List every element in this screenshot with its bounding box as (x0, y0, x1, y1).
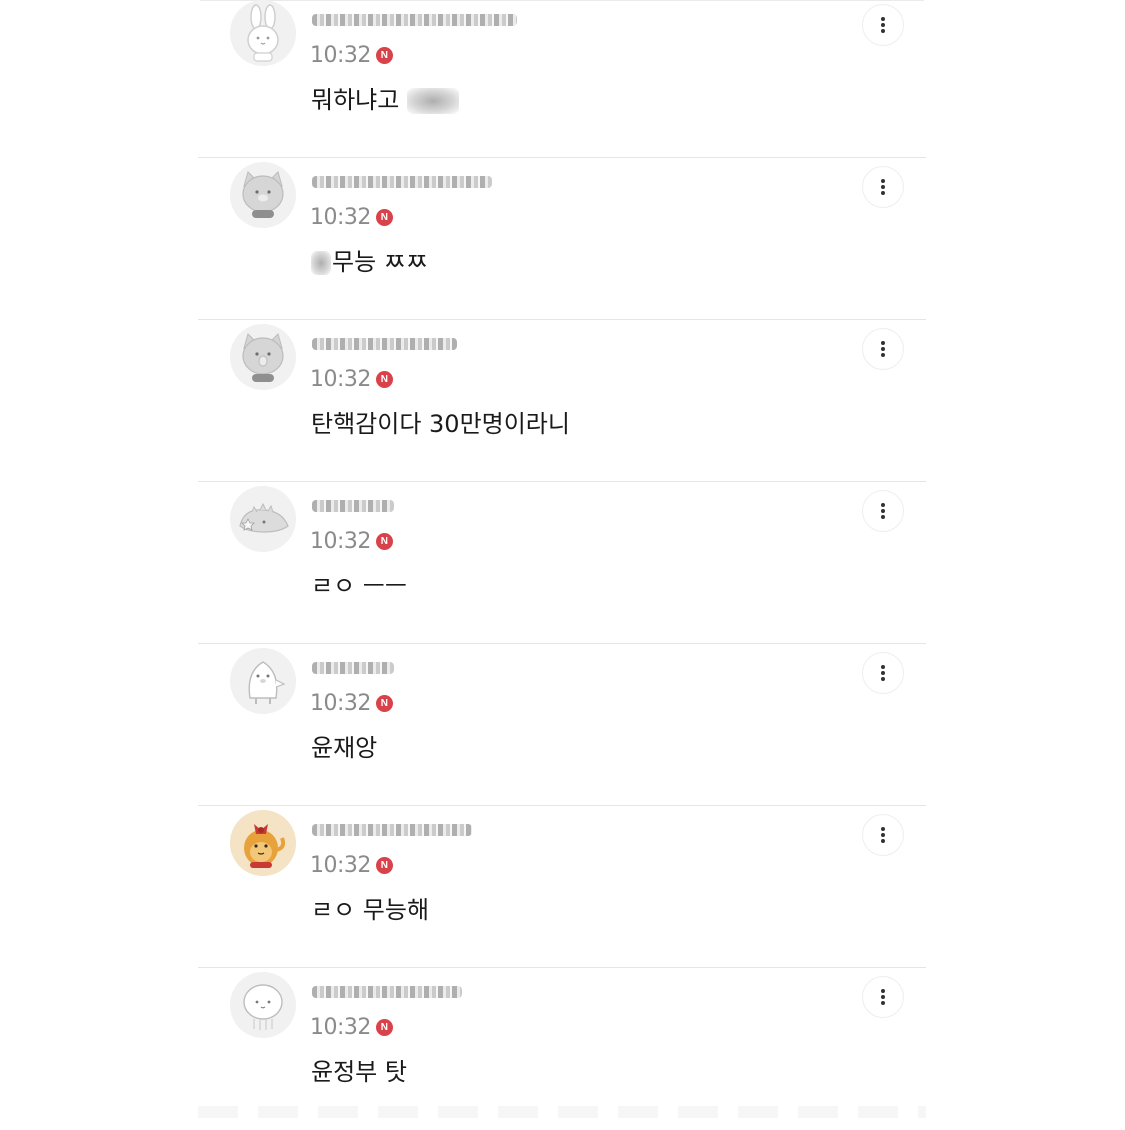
comment-meta: 10:32 N (310, 526, 393, 556)
comment-text-part: ㄹㅇ ㅡㅡ (311, 572, 407, 600)
comment-text-part: 탄핵감이다 30만명이라니 (311, 410, 570, 438)
comment-item: 10:32 N ㄹㅇ ㅡㅡ (198, 482, 926, 644)
comment-text: 무능 ㅉㅉ (311, 242, 428, 277)
comment-item: 10:32 N 뭐하냐고 (198, 0, 926, 158)
more-options-button[interactable] (862, 814, 904, 856)
comment-text: 뭐하냐고 (311, 80, 459, 115)
comment-text: 윤정부 탓 (311, 1052, 407, 1087)
comment-item: 10:32 N 탄핵감이다 30만명이라니 (198, 320, 926, 482)
more-vertical-icon (881, 989, 885, 1005)
comment-meta: 10:32 N (310, 850, 393, 880)
penguin-avatar-icon[interactable] (230, 648, 296, 714)
nickname-redacted (312, 6, 632, 30)
next-comment-edge (198, 1106, 926, 1118)
more-vertical-icon (881, 179, 885, 195)
more-options-button[interactable] (862, 328, 904, 370)
more-vertical-icon (881, 827, 885, 843)
nickname-redacted (312, 330, 632, 354)
timestamp: 10:32 (310, 366, 371, 392)
timestamp: 10:32 (310, 42, 371, 68)
new-badge: N (375, 694, 393, 712)
comment-item: 10:32 N 윤재앙 (198, 644, 926, 806)
new-badge: N (375, 46, 393, 64)
censor-blur (406, 88, 459, 114)
comment-text-part: 뭐하냐고 (311, 86, 407, 114)
comment-meta: 10:32 N (310, 40, 393, 70)
nickname-redacted (312, 654, 632, 678)
comment-meta: 10:32 N (310, 202, 393, 232)
nickname-redacted (312, 816, 632, 840)
more-options-button[interactable] (862, 652, 904, 694)
timestamp: 10:32 (310, 1014, 371, 1040)
timestamp: 10:32 (310, 852, 371, 878)
timestamp: 10:32 (310, 528, 371, 554)
censor-blur (311, 251, 331, 275)
comment-text-part: 윤정부 탓 (311, 1058, 407, 1086)
comment-text-part: 무능 ㅉㅉ (332, 248, 428, 276)
nickname-redacted (312, 978, 632, 1002)
comment-meta: 10:32 N (310, 688, 393, 718)
cat-avatar-icon[interactable] (230, 324, 296, 390)
comment-text-part: ㄹㅇ 무능해 (311, 896, 430, 924)
new-badge: N (375, 1018, 393, 1036)
comment-item: 10:32 N 무능 ㅉㅉ (198, 158, 926, 320)
more-vertical-icon (881, 17, 885, 33)
dinosaur-avatar-icon[interactable] (230, 486, 296, 552)
more-options-button[interactable] (862, 976, 904, 1018)
comment-text-part: 윤재앙 (311, 734, 378, 762)
comment-item: 10:32 N ㄹㅇ 무능해 (198, 806, 926, 968)
comment-meta: 10:32 N (310, 1012, 393, 1042)
comment-text: ㄹㅇ ㅡㅡ (311, 566, 407, 601)
more-options-button[interactable] (862, 4, 904, 46)
comment-text: 윤재앙 (311, 728, 377, 763)
blob-avatar-icon[interactable] (230, 972, 296, 1038)
new-badge: N (375, 532, 393, 550)
more-options-button[interactable] (862, 166, 904, 208)
more-options-button[interactable] (862, 490, 904, 532)
comment-list: 10:32 N 뭐하냐고 10:32 N 무능 ㅉㅉ 10:32 N 탄핵감이다… (0, 0, 1125, 1118)
new-badge: N (375, 208, 393, 226)
comment-text: 탄핵감이다 30만명이라니 (311, 404, 570, 439)
comment-text: ㄹㅇ 무능해 (311, 890, 429, 925)
nickname-redacted (312, 168, 632, 192)
nickname-redacted (312, 492, 632, 516)
comment-meta: 10:32 N (310, 364, 393, 394)
lion-avatar-icon[interactable] (230, 810, 296, 876)
new-badge: N (375, 370, 393, 388)
new-badge: N (375, 856, 393, 874)
timestamp: 10:32 (310, 204, 371, 230)
rabbit-avatar-icon[interactable] (230, 0, 296, 66)
more-vertical-icon (881, 341, 885, 357)
timestamp: 10:32 (310, 690, 371, 716)
cat-avatar-icon[interactable] (230, 162, 296, 228)
more-vertical-icon (881, 503, 885, 519)
more-vertical-icon (881, 665, 885, 681)
